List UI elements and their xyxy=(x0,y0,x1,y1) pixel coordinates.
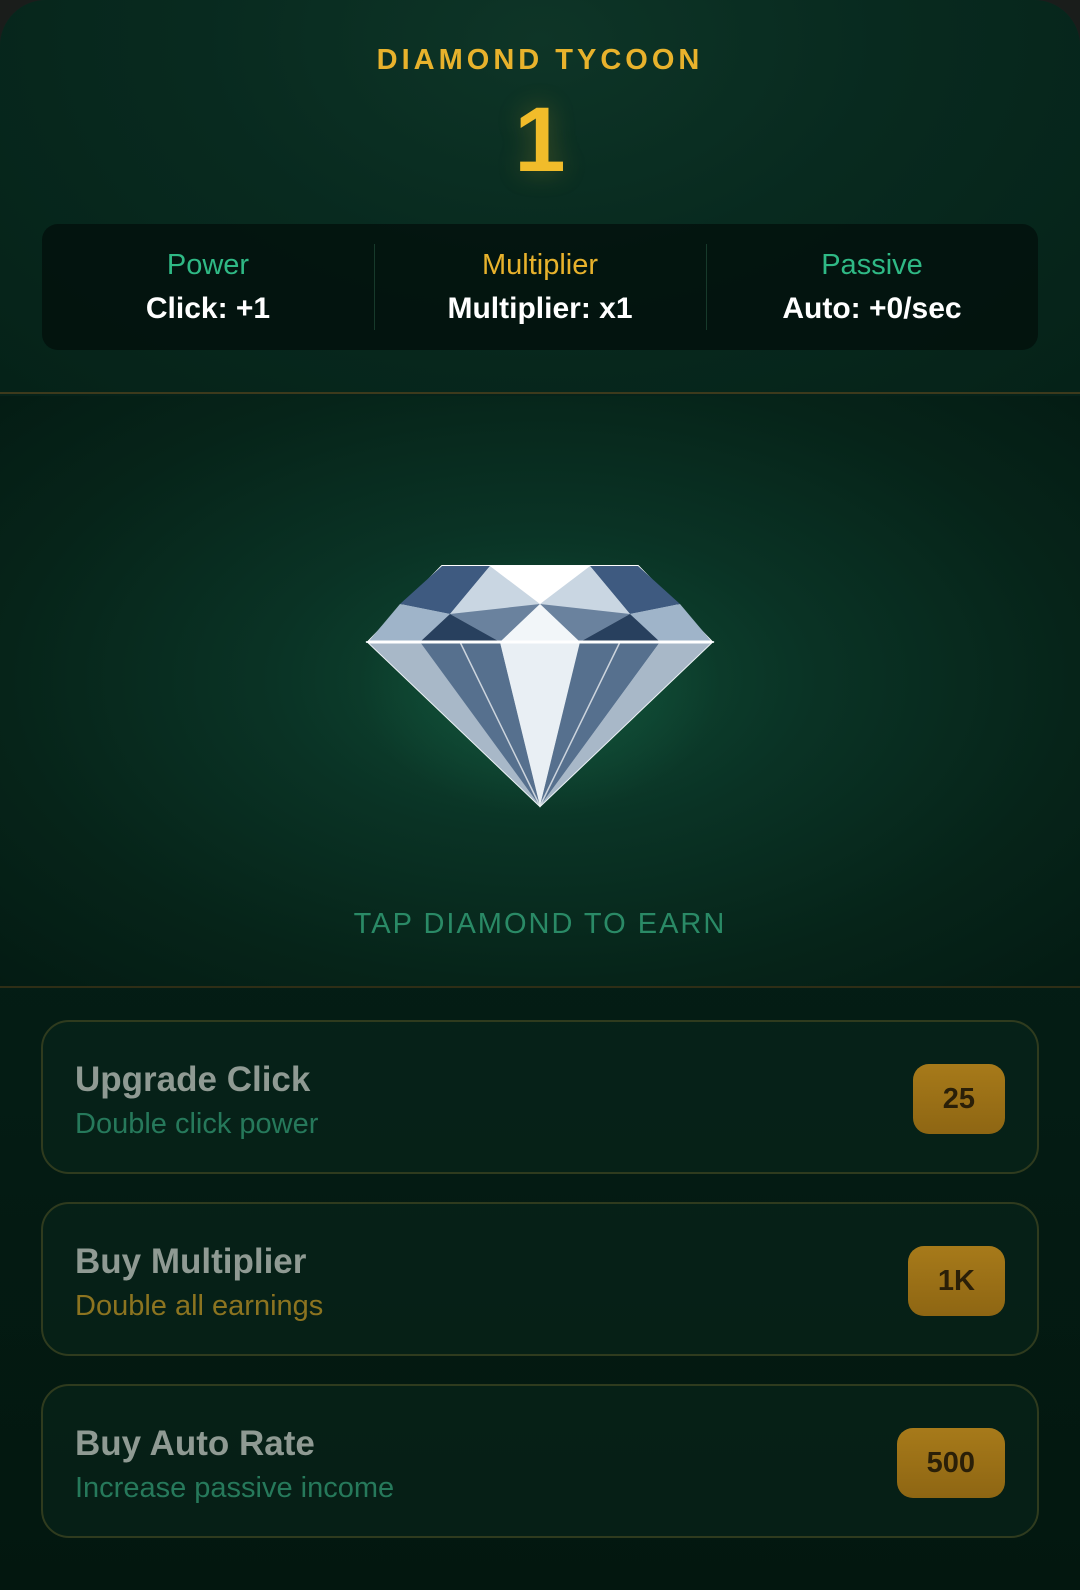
game-screen: DIAMOND TYCOON 1 Power Click: +1 Multipl… xyxy=(0,0,1080,1590)
diamond-count: 1 xyxy=(514,89,566,191)
upgrades-list: Upgrade Click Double click power 25 Buy … xyxy=(0,990,1080,1590)
stat-power: Power Click: +1 xyxy=(42,224,374,350)
game-title: DIAMOND TYCOON xyxy=(376,44,704,76)
stat-multiplier: Multiplier Multiplier: x1 xyxy=(374,224,706,350)
tap-hint: TAP DIAMOND TO EARN xyxy=(353,908,727,940)
buy-auto-rate-card[interactable]: Buy Auto Rate Increase passive income 50… xyxy=(41,1384,1039,1538)
upgrade-click-title: Upgrade Click xyxy=(75,1060,311,1099)
header: DIAMOND TYCOON 1 Power Click: +1 Multipl… xyxy=(0,0,1080,394)
buy-auto-rate-title: Buy Auto Rate xyxy=(75,1424,315,1463)
stat-power-label: Power xyxy=(166,248,250,281)
stats-panel: Power Click: +1 Multiplier Multiplier: x… xyxy=(42,224,1038,350)
diamond-icon xyxy=(360,554,720,814)
buy-multiplier-card[interactable]: Buy Multiplier Double all earnings 1K xyxy=(41,1202,1039,1356)
stat-multiplier-label: Multiplier xyxy=(481,248,599,281)
stat-passive-value: Auto: +0/sec xyxy=(782,291,962,325)
stat-multiplier-value: Multiplier: x1 xyxy=(447,291,633,325)
tap-area: TAP DIAMOND TO EARN xyxy=(0,396,1080,988)
buy-auto-rate-description: Increase passive income xyxy=(75,1472,395,1504)
stat-power-value: Click: +1 xyxy=(145,291,271,325)
stat-passive-label: Passive xyxy=(821,248,923,281)
diamond-button[interactable] xyxy=(360,554,720,814)
upgrade-click-description: Double click power xyxy=(75,1108,319,1140)
upgrade-click-price-button[interactable]: 25 xyxy=(912,1064,1005,1134)
buy-auto-rate-price-button[interactable]: 500 xyxy=(896,1428,1005,1498)
stat-passive: Passive Auto: +0/sec xyxy=(706,224,1038,350)
upgrade-click-card[interactable]: Upgrade Click Double click power 25 xyxy=(41,1020,1039,1174)
buy-multiplier-description: Double all earnings xyxy=(75,1290,324,1322)
buy-multiplier-title: Buy Multiplier xyxy=(75,1242,307,1281)
buy-multiplier-price-button[interactable]: 1K xyxy=(907,1246,1005,1316)
